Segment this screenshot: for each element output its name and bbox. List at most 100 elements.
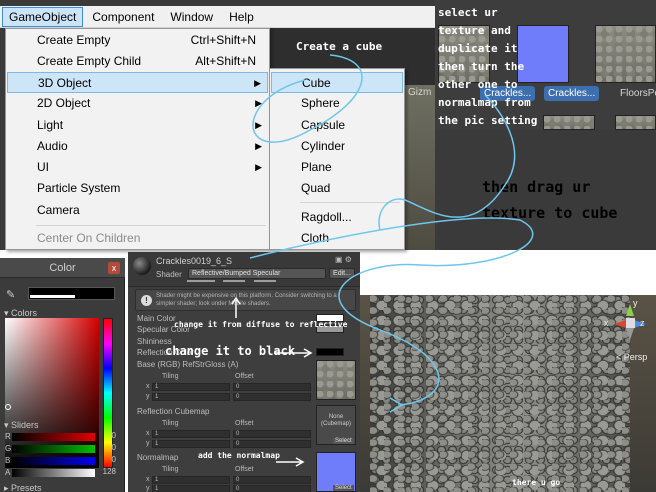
submenu-item-cloth[interactable]: Cloth (271, 228, 403, 249)
axis-x-label: x (604, 318, 609, 328)
menu-item-light[interactable]: Light ▶ (7, 115, 268, 136)
tiling-y-field[interactable]: 1 (152, 393, 230, 401)
slider-a[interactable]: A 128 (5, 467, 120, 478)
tiling-x-label: x (146, 476, 150, 483)
menu-item-particle-system[interactable]: Particle System (7, 178, 268, 199)
3d-object-submenu: Cube Sphere Capsule Cylinder Plane Quad … (269, 68, 405, 250)
slider-track[interactable] (12, 433, 95, 441)
menu-item-create-empty[interactable]: Create Empty Ctrl+Shift+N (7, 30, 268, 51)
slider-value[interactable]: 0 (112, 431, 116, 440)
gizmos-tab[interactable]: Gizm (408, 87, 431, 98)
slider-track[interactable] (12, 445, 95, 453)
shader-warning-box: ! Shader might be expensive on this plat… (135, 289, 356, 311)
presets-section[interactable]: ▸ Presets (4, 483, 42, 492)
slider-track[interactable] (12, 469, 95, 477)
tiling-x-field[interactable]: 1 (152, 430, 230, 438)
slider-channel: B (5, 456, 11, 465)
tiling-header: Tiling (162, 466, 179, 473)
offset-x-field[interactable]: 0 (233, 383, 311, 391)
prop-normalmap: Normalmap (137, 453, 179, 462)
edit-shader-button[interactable]: Edit... (329, 268, 355, 279)
submenu-item-cube[interactable]: Cube (271, 72, 403, 93)
offset-header: Offset (235, 373, 254, 380)
submenu-arrow-icon: ▶ (255, 141, 262, 151)
menu-item-label: Audio (37, 139, 68, 153)
menu-item-label: Light (37, 118, 64, 132)
close-button[interactable]: x (108, 262, 120, 274)
offset-x-field[interactable]: 0 (233, 430, 311, 438)
menu-item-label: Particle System (37, 181, 121, 195)
submenu-item-capsule[interactable]: Capsule (271, 115, 403, 136)
asset-thumb-floors[interactable] (595, 25, 656, 83)
tiling-y-field[interactable]: 1 (152, 485, 230, 492)
header-settings-icon[interactable]: ▣ ⚙ (335, 255, 352, 264)
tiling-y-label: y (146, 485, 150, 492)
prop-base-texture: Base (RGB) RefStrGloss (A) (137, 360, 239, 369)
asset-thumb-row2[interactable] (615, 115, 656, 130)
select-button[interactable]: Select (333, 438, 354, 444)
annotation-change-to-black: change it to black (165, 344, 296, 358)
offset-y-field[interactable]: 0 (233, 393, 311, 401)
scene-orientation-gizmo[interactable]: y x z (600, 298, 650, 360)
menu-window[interactable]: Window (163, 7, 220, 27)
submenu-item-ragdoll[interactable]: Ragdoll... (271, 207, 403, 228)
base-texture-slot[interactable] (316, 360, 356, 400)
slider-g[interactable]: G 0 (5, 443, 120, 454)
asset-label[interactable]: FloorsPo (616, 86, 656, 101)
annotation-line: texture to cube (482, 204, 618, 222)
slider-r[interactable]: R 0 (5, 431, 120, 442)
tiling-x-field[interactable]: 1 (152, 476, 230, 484)
info-icon: ! (141, 295, 152, 306)
submenu-item-plane[interactable]: Plane (271, 157, 403, 178)
perspective-label[interactable]: < Persp (616, 352, 647, 362)
eyedropper-icon[interactable]: ✎ (6, 288, 15, 301)
annotation-line: duplicate it (438, 42, 518, 55)
submenu-item-cylinder[interactable]: Cylinder (271, 136, 403, 157)
select-button[interactable]: Select (333, 485, 354, 491)
menu-separator (36, 225, 266, 226)
tiling-header: Tiling (162, 373, 179, 380)
shader-dropdown[interactable]: Reflective/Bumped Specular (188, 268, 326, 279)
cubemap-type: (Cubemap) (320, 421, 351, 427)
scene-preview-strip (405, 85, 435, 250)
menu-item-label: Camera (37, 203, 80, 217)
offset-y-field[interactable]: 0 (233, 485, 311, 492)
slider-b[interactable]: B 0 (5, 455, 120, 466)
textured-cube[interactable] (370, 295, 630, 492)
menu-item-ui[interactable]: UI ▶ (7, 157, 268, 178)
color-picker-cursor[interactable] (5, 404, 11, 410)
slider-value[interactable]: 0 (112, 455, 116, 464)
annotation-select-texture: select ur texture and duplicate it then … (438, 4, 537, 130)
annotation-line: select ur (438, 6, 498, 19)
menu-item-create-empty-child[interactable]: Create Empty Child Alt+Shift+N (7, 51, 268, 72)
menu-item-shortcut: Ctrl+Shift+N (190, 33, 256, 47)
annotation-line: the pic setting (438, 114, 538, 127)
asset-thumb-row2[interactable] (543, 115, 595, 130)
menu-item-label: Center On Children (37, 231, 141, 245)
submenu-item-sphere[interactable]: Sphere (271, 93, 403, 114)
slider-value[interactable]: 128 (103, 467, 116, 476)
annotation-line: then turn the (438, 60, 525, 73)
asset-label[interactable]: Crackles... (544, 86, 600, 101)
tiling-x-field[interactable]: 1 (152, 383, 230, 391)
menu-item-camera[interactable]: Camera (7, 200, 268, 221)
menu-help[interactable]: Help (222, 7, 261, 27)
tiling-y-label: y (146, 440, 150, 447)
submenu-item-quad[interactable]: Quad (271, 178, 403, 199)
tiling-y-field[interactable]: 1 (152, 440, 230, 448)
material-name: Crackles0019_6_S (156, 256, 233, 266)
slider-value[interactable]: 0 (112, 443, 116, 452)
menu-item-center-on-children[interactable]: Center On Children (7, 228, 268, 249)
slider-track[interactable] (12, 457, 95, 465)
slider-channel: G (5, 444, 12, 453)
menu-gameobject[interactable]: GameObject (2, 6, 84, 27)
axis-y-label: y (633, 298, 638, 308)
menu-item-2d-object[interactable]: 2D Object ▶ (7, 93, 268, 114)
reflection-color-field[interactable] (316, 348, 344, 356)
menu-item-3d-object[interactable]: 3D Object ▶ (7, 72, 268, 93)
shader-label: Shader (156, 270, 182, 279)
offset-y-field[interactable]: 0 (233, 440, 311, 448)
menu-item-audio[interactable]: Audio ▶ (7, 136, 268, 157)
offset-x-field[interactable]: 0 (233, 476, 311, 484)
menu-component[interactable]: Component (85, 7, 161, 27)
